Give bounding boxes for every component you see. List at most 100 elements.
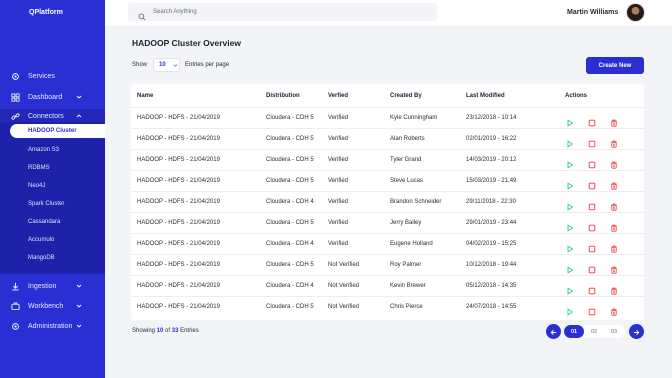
play-icon[interactable] [566, 240, 574, 253]
cell-created-by: Eugene Holland [390, 241, 433, 247]
cell-last-modified: 29/11/2018 - 22:30 [466, 199, 516, 205]
stop-icon[interactable] [588, 198, 596, 211]
column-header-last-modified: Last Modified [466, 93, 505, 99]
stop-icon[interactable] [588, 156, 596, 169]
play-icon[interactable] [566, 219, 574, 232]
cell-name: HADOOP - HDFS - 21/04/2019 [137, 241, 220, 247]
workbench-icon [11, 302, 20, 311]
cell-distribution: Cloudera - CDH 5 [266, 136, 314, 142]
cell-last-modified: 29/01/2019 - 23:44 [466, 220, 517, 226]
stop-icon[interactable] [588, 114, 596, 127]
cell-verified: Verified [328, 199, 349, 205]
sidebar-item-label: Dashboard [28, 93, 63, 101]
column-header-created-by: Created By [390, 93, 422, 99]
cell-distribution: Cloudera - CDH 4 [266, 199, 314, 205]
stop-icon[interactable] [588, 135, 596, 148]
play-icon[interactable] [566, 114, 574, 127]
cell-created-by: Tyler Grand [390, 157, 422, 163]
stop-icon[interactable] [588, 177, 596, 190]
submenu-item-hadoop-cluster[interactable]: HADOOP Cluster [10, 124, 105, 138]
submenu-item-amazon-s3[interactable]: Amazon S3 [28, 147, 59, 153]
delete-icon[interactable] [610, 240, 618, 253]
cell-verified: Verified [328, 136, 349, 142]
cell-last-modified: 23/12/2018 - 10:14 [466, 115, 517, 121]
cell-name: HADOOP - HDFS - 21/04/2019 [137, 157, 220, 163]
delete-icon[interactable] [610, 198, 618, 211]
page-button-02[interactable]: 02 [584, 325, 604, 338]
cell-verified: Verified [328, 157, 349, 163]
sidebar-item-workbench[interactable]: Workbench [0, 299, 105, 313]
delete-icon[interactable] [610, 219, 618, 232]
sidebar-item-administration[interactable]: Administration [0, 319, 105, 333]
gear-icon [11, 72, 20, 81]
table-row: HADOOP - HDFS - 21/04/2019 Cloudera - CDH… [131, 128, 644, 149]
column-header-verified: Verfied [328, 93, 349, 99]
create-new-button[interactable]: Create New [586, 57, 644, 74]
showing-prefix: Showing [132, 328, 156, 334]
page-title: HADOOP Cluster Overview [132, 38, 241, 48]
table-row: HADOOP - HDFS - 21/04/2019 Cloudera - CDH… [131, 149, 644, 170]
play-icon[interactable] [566, 282, 574, 295]
stop-icon[interactable] [588, 240, 596, 253]
submenu-item-accumulo[interactable]: Accumulo [28, 237, 54, 243]
delete-icon[interactable] [610, 261, 618, 274]
page-button-01[interactable]: 01 [564, 325, 584, 338]
chevron-down-icon [76, 303, 82, 309]
search-icon [138, 8, 146, 21]
submenu-item-mangodb[interactable]: MangoDB [28, 255, 55, 261]
play-icon[interactable] [566, 303, 574, 316]
play-icon[interactable] [566, 198, 574, 211]
column-header-actions: Actions [565, 93, 588, 99]
stop-icon[interactable] [588, 282, 596, 295]
delete-icon[interactable] [610, 177, 618, 190]
cell-distribution: Cloudera - CDH 5 [266, 262, 314, 268]
total-count: 33 [171, 328, 179, 334]
cell-distribution: Cloudera - CDH 5 [266, 178, 314, 184]
cell-last-modified: 24/07/2018 - 14:55 [466, 304, 517, 310]
avatar[interactable] [626, 3, 645, 22]
delete-icon[interactable] [610, 282, 618, 295]
submenu-item-rdbms[interactable]: RDBMS [28, 165, 50, 171]
play-icon[interactable] [566, 177, 574, 190]
delete-icon[interactable] [610, 114, 618, 127]
cell-last-modified: 05/12/2018 - 14:35 [466, 283, 517, 289]
brand-logo: QPlatform [29, 9, 63, 16]
submenu-item-neo4j[interactable]: Neo4J [28, 183, 45, 189]
search-input[interactable]: Search Anything [128, 3, 437, 21]
cell-verified: Not Verified [328, 304, 360, 310]
entries-per-page-select[interactable]: 10 [153, 58, 180, 72]
stop-icon[interactable] [588, 261, 596, 274]
cell-verified: Verified [328, 220, 349, 226]
play-icon[interactable] [566, 156, 574, 169]
showing-entries-text: Showing 10 of 33 Entries [132, 328, 199, 334]
delete-icon[interactable] [610, 135, 618, 148]
cell-name: HADOOP - HDFS - 21/04/2019 [137, 199, 220, 205]
stop-icon[interactable] [588, 303, 596, 316]
page-button-03[interactable]: 03 [604, 325, 624, 338]
cell-created-by: Alan Roberts [390, 136, 425, 142]
play-icon[interactable] [566, 135, 574, 148]
arrow-left-icon [550, 323, 557, 341]
per-page-label: Entries per page [185, 62, 230, 68]
delete-icon[interactable] [610, 156, 618, 169]
delete-icon[interactable] [610, 303, 618, 316]
cell-name: HADOOP - HDFS - 21/04/2019 [137, 115, 220, 121]
cell-created-by: Brandon Schneider [390, 199, 442, 205]
sidebar-item-dashboard[interactable]: Dashboard [0, 90, 105, 104]
column-header-distribution: Distribution [266, 93, 300, 99]
sidebar-item-connectors[interactable]: Connectors [0, 109, 105, 123]
cell-created-by: Jerry Bailey [390, 220, 422, 226]
stop-icon[interactable] [588, 219, 596, 232]
showing-entries-label: Entries [180, 328, 199, 334]
submenu-item-spark-cluster[interactable]: Spark Cluster [28, 201, 64, 207]
next-page-button[interactable] [629, 324, 644, 339]
sidebar-item-ingestion[interactable]: Ingestion [0, 279, 105, 293]
show-label: Show [132, 62, 148, 68]
user-name[interactable]: Martin Williams [567, 9, 618, 16]
play-icon[interactable] [566, 261, 574, 274]
table-row: HADOOP - HDFS - 21/04/2019 Cloudera - CDH… [131, 275, 644, 296]
cell-last-modified: 15/03/2019 - 21:49 [466, 178, 517, 184]
prev-page-button[interactable] [546, 324, 561, 339]
sidebar-item-services[interactable]: Services [0, 69, 105, 83]
submenu-item-cassandara[interactable]: Cassandara [28, 219, 60, 225]
